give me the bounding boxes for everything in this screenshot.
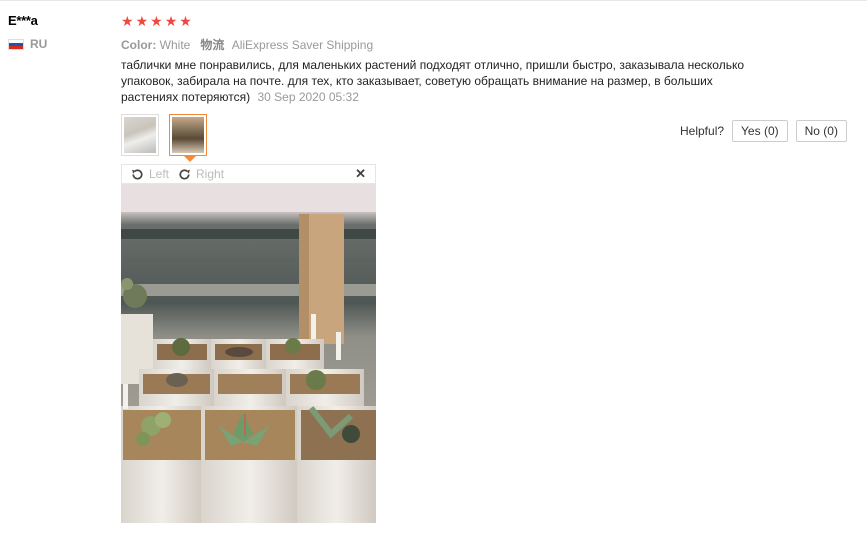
helpful-votes: Helpful? Yes (0) No (0): [680, 120, 847, 142]
rotate-left-icon: [132, 168, 143, 180]
shipping-attribute: 物流 AliExpress Saver Shipping: [200, 36, 373, 53]
color-label: Color:: [121, 37, 157, 52]
rotate-left-button[interactable]: Left: [130, 167, 169, 182]
color-value: White: [159, 37, 191, 52]
thumbnail-image: [172, 117, 204, 153]
review-photo-thumbnails: [121, 114, 207, 156]
photo-thumbnail-selected[interactable]: [169, 114, 207, 156]
close-viewer-button[interactable]: ✕: [355, 166, 366, 182]
photo-viewer-toolbar: Left Right ✕: [121, 164, 376, 184]
review-date: 30 Sep 2020 05:32: [257, 90, 359, 104]
photo-thumbnail[interactable]: [121, 114, 159, 156]
star-icon: ★: [121, 13, 134, 29]
shipping-label: 物流: [200, 38, 225, 52]
helpful-label: Helpful?: [680, 124, 725, 138]
review-photo-succulents: [121, 184, 376, 523]
rotate-right-label: Right: [196, 167, 225, 181]
star-icon: ★: [150, 13, 163, 29]
order-attributes: Color: White 物流 AliExpress Saver Shippin…: [121, 36, 373, 53]
top-divider: [0, 0, 867, 1]
star-icon: ★: [135, 13, 149, 29]
star-icon: ★: [179, 13, 192, 29]
review-text: таблички мне понравились, для маленьких …: [121, 58, 745, 104]
shipping-value: AliExpress Saver Shipping: [231, 38, 374, 52]
thumbnail-image: [124, 117, 156, 153]
helpful-yes-button[interactable]: Yes (0): [732, 120, 788, 142]
reviewer-country: RU: [8, 37, 47, 51]
selected-thumbnail-caret: [184, 156, 196, 162]
reviewer-name: E***a: [8, 13, 38, 28]
review-body: таблички мне понравились, для маленьких …: [121, 57, 761, 105]
rating-stars: ★ ★ ★ ★ ★: [121, 14, 192, 28]
rotate-right-icon: [179, 168, 190, 180]
color-attribute: Color: White: [121, 38, 190, 52]
rotate-left-label: Left: [149, 167, 170, 181]
helpful-no-button[interactable]: No (0): [795, 120, 847, 142]
rotate-right-button[interactable]: Right: [177, 167, 224, 182]
country-code: RU: [30, 37, 48, 51]
star-icon: ★: [164, 13, 178, 29]
russia-flag-icon: [8, 38, 24, 50]
